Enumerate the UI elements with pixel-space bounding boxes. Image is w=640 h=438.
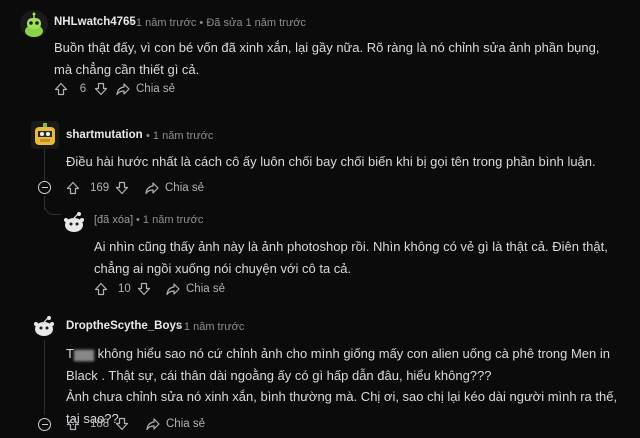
share-button[interactable]: Chia sẻ	[166, 282, 225, 296]
comment-meta: • 1 năm trước	[177, 321, 244, 333]
dot-separator: •	[146, 130, 150, 142]
vote-bar: 188	[66, 417, 129, 431]
comment-meta: • 1 năm trước	[146, 130, 213, 142]
collapse-thread-button[interactable]	[38, 418, 51, 431]
comment-text: không hiểu sao nó cứ chỉnh ảnh cho mình …	[66, 346, 610, 383]
comment-time: 1 năm trước	[135, 17, 197, 29]
comment-username[interactable]: shartmutation	[66, 129, 143, 141]
white-snoo-avatar-icon	[64, 212, 84, 232]
vote-bar: 169	[66, 181, 129, 195]
avatar[interactable]	[60, 208, 88, 236]
avatar[interactable]	[31, 121, 59, 149]
downvote-icon[interactable]	[94, 82, 108, 96]
share-button[interactable]: Chia sẻ	[116, 82, 175, 96]
comment-meta: • 1 năm trước	[136, 214, 203, 226]
comment-username[interactable]: NHLwatch4765	[54, 16, 136, 28]
comment-time: 1 năm trước	[142, 214, 204, 226]
vote-bar: 6	[54, 82, 108, 96]
upvote-icon[interactable]	[66, 181, 80, 195]
share-label: Chia sẻ	[136, 83, 175, 95]
comment-username[interactable]: DroptheScythe_Boys	[66, 320, 182, 332]
share-button[interactable]: Chia sẻ	[145, 181, 204, 195]
dot-separator: •	[129, 17, 133, 29]
share-label: Chia sẻ	[186, 283, 225, 295]
vote-count: 6	[79, 83, 87, 95]
thread-connector	[44, 198, 61, 215]
comment-time: 1 năm trước	[183, 321, 245, 333]
comment-body: T▆▆ không hiểu sao nó cứ chỉnh ảnh cho m…	[66, 343, 626, 387]
dot-separator: •	[199, 17, 204, 29]
white-snoo-avatar-icon	[34, 316, 54, 336]
vote-count: 10	[118, 283, 131, 295]
share-icon	[145, 182, 159, 195]
share-button[interactable]: Chia sẻ	[146, 417, 205, 431]
thread-line	[44, 340, 45, 415]
comment-body: Điều hài hước nhất là cách cô ấy luôn ch…	[66, 154, 596, 169]
share-icon	[116, 83, 130, 96]
comment-body: Buồn thật đấy, vì con bé vốn đã xinh xắn…	[54, 40, 600, 77]
vote-count: 188	[90, 418, 110, 430]
dot-separator: •	[177, 321, 181, 333]
downvote-icon[interactable]	[137, 282, 151, 296]
upvote-icon[interactable]	[94, 282, 108, 296]
comment-text: T	[66, 346, 74, 361]
green-bot-avatar-icon	[25, 12, 43, 37]
share-label: Chia sẻ	[166, 418, 205, 430]
comment-meta: • 1 năm trước • Đã sửa 1 năm trước	[129, 17, 306, 29]
downvote-icon[interactable]	[115, 417, 129, 431]
dot-separator: •	[136, 214, 140, 226]
yellow-robot-avatar-icon	[35, 123, 55, 145]
share-icon	[166, 283, 180, 296]
upvote-icon[interactable]	[66, 417, 80, 431]
censored-text: ▆▆	[73, 346, 94, 361]
avatar[interactable]	[30, 312, 58, 340]
share-icon	[146, 418, 160, 431]
vote-bar: 10	[94, 282, 151, 296]
vote-count: 169	[90, 182, 110, 194]
downvote-icon[interactable]	[115, 181, 129, 195]
avatar[interactable]	[20, 10, 48, 38]
comment-time: 1 năm trước	[152, 130, 214, 142]
share-label: Chia sẻ	[165, 182, 204, 194]
comment-body: Ai nhìn cũng thấy ảnh này là ảnh photosh…	[94, 239, 608, 276]
upvote-icon[interactable]	[54, 82, 68, 96]
collapse-thread-button[interactable]	[38, 181, 51, 194]
comment-username: [đã xóa]	[94, 214, 134, 226]
edited-label: Đã sửa 1 năm trước	[206, 17, 306, 29]
